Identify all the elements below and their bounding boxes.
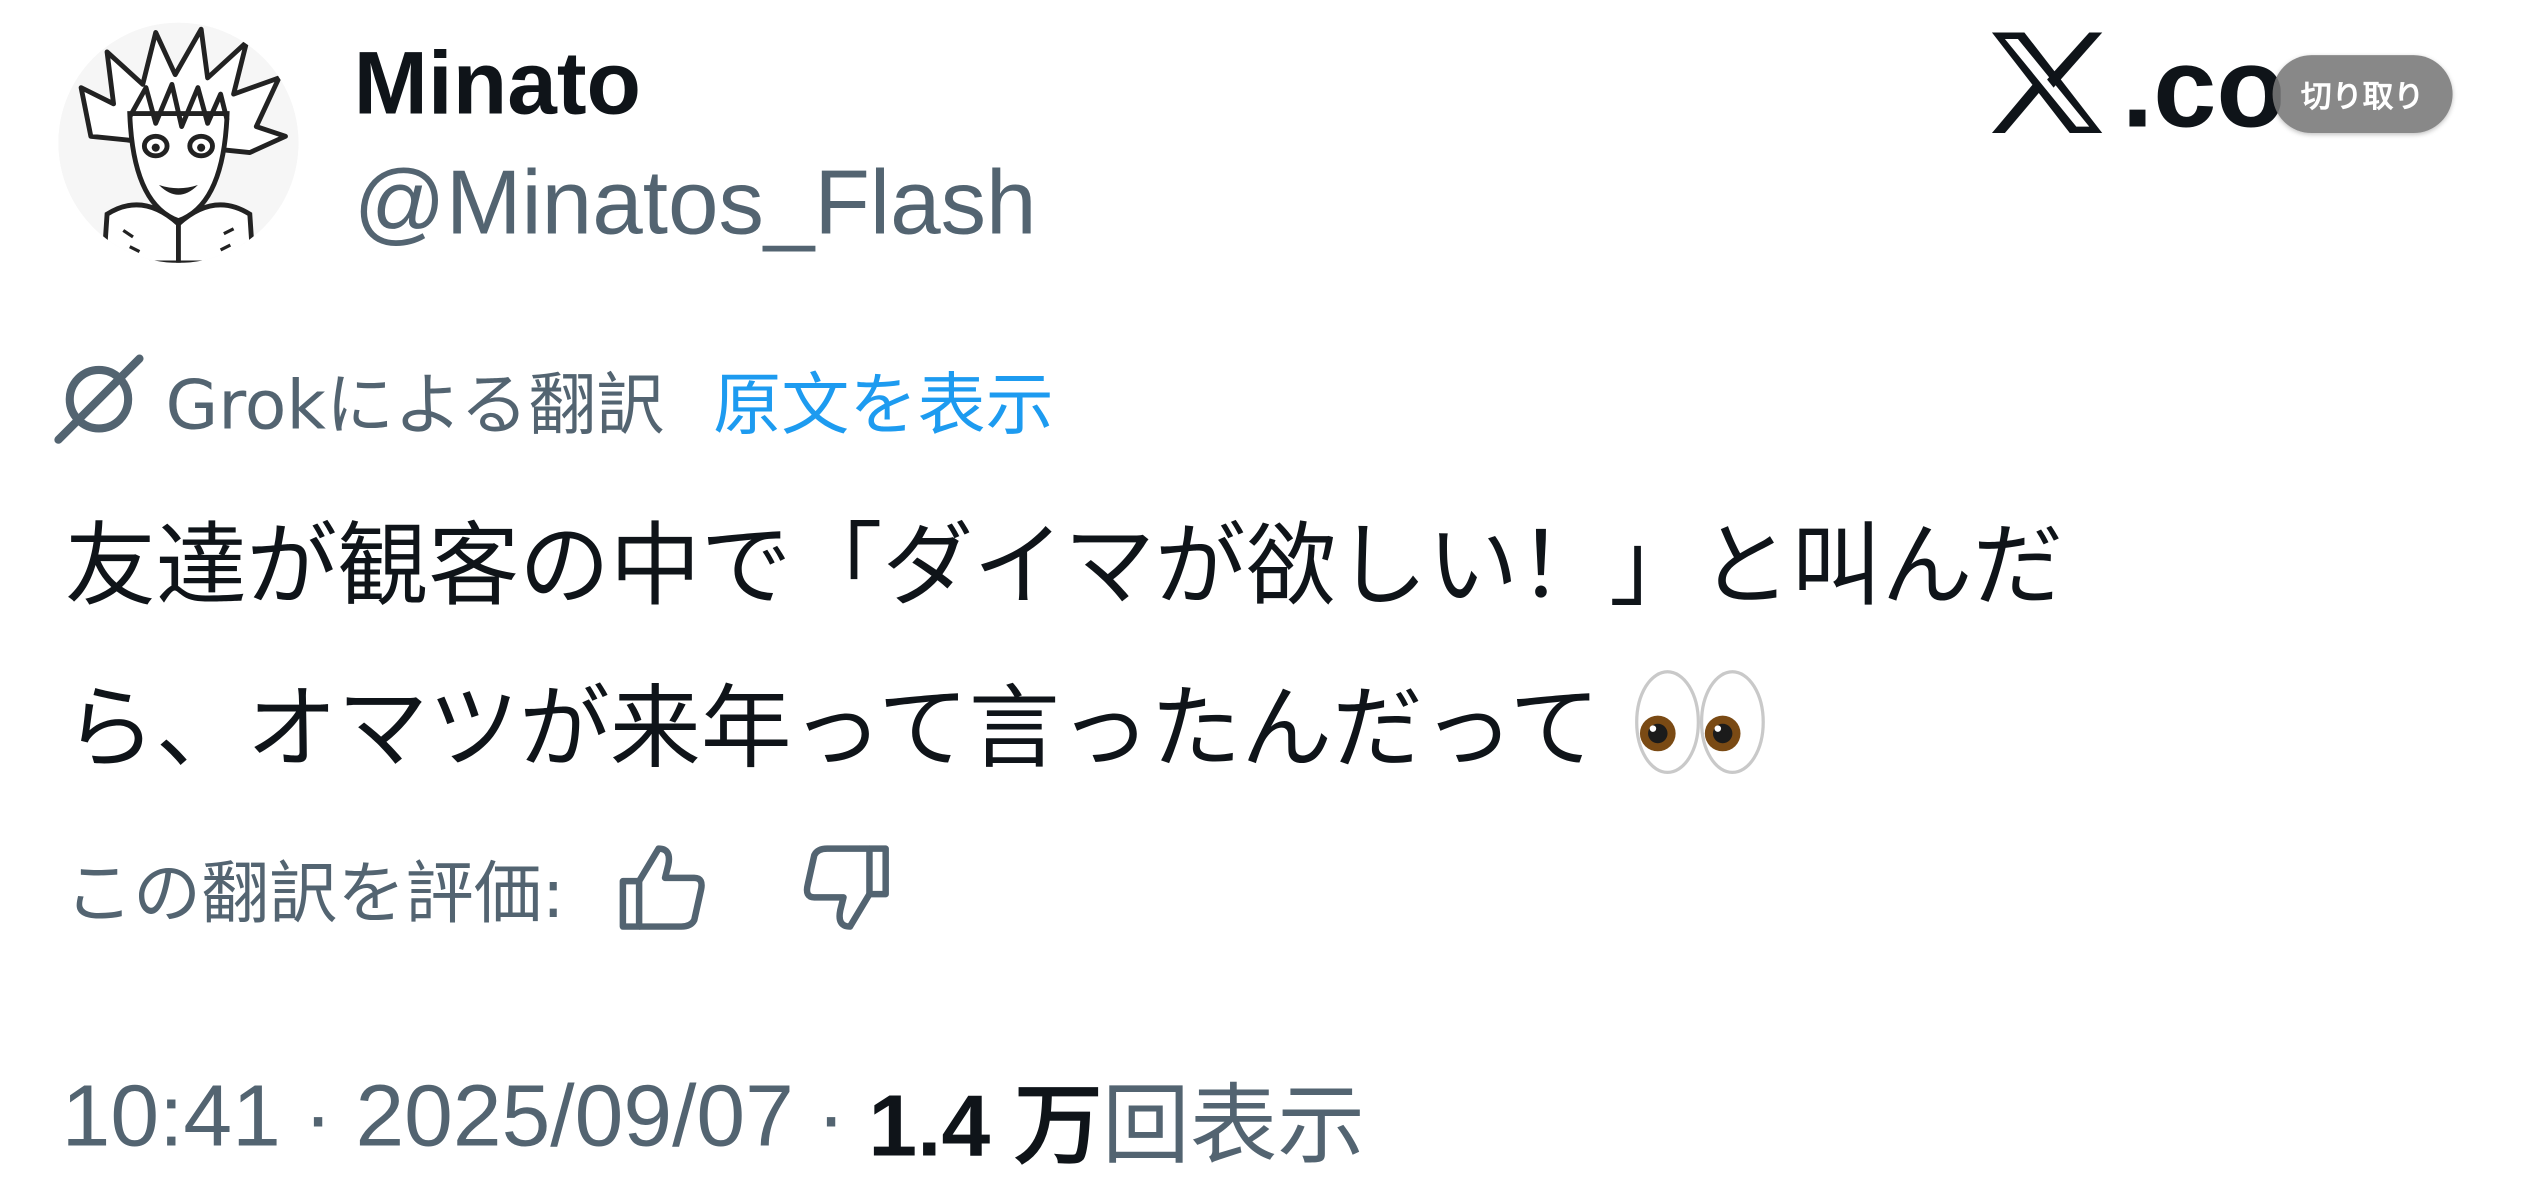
tweet-screenshot: Minato @Minatos_Flash .co 切り取り Grokによる翻訳… [0, 0, 2532, 1174]
grok-icon [54, 354, 144, 444]
show-original-link[interactable]: 原文を表示 [713, 350, 1054, 449]
tweet-text-line-1: 友達が観客の中で「ダイマが欲しい！」と叫んだ [64, 514, 2064, 620]
meta-separator: · [816, 1067, 846, 1166]
tweet-text-line-2: ら、オマツが来年って言ったんだって [65, 649, 2449, 811]
avatar[interactable] [58, 22, 299, 263]
tweet-text-line-2-text: ら、オマツが来年って言ったんだって [64, 676, 1601, 783]
brand-logo: .co [1989, 19, 2281, 149]
thumbs-up-icon[interactable] [613, 839, 710, 936]
rating-label: この翻訳を評価: [64, 852, 565, 933]
meta-separator: · [303, 1067, 333, 1166]
tweet-meta: 10:41 · 2025/09/07 · 1.4 万 回表示 [62, 1063, 1365, 1174]
tweet-text: 友達が観客の中で「ダイマが欲しい！」と叫んだ ら、オマツが来年って言ったんだって [65, 487, 2449, 812]
tweet-date[interactable]: 2025/09/07 [355, 1066, 793, 1167]
brand-domain-text: .co [2121, 24, 2281, 150]
translation-bar: Grokによる翻訳 原文を表示 [52, 351, 1054, 448]
eyes-emoji-icon [1635, 670, 1766, 775]
x-logo-icon [1991, 32, 2103, 134]
translation-rating: この翻訳を評価: [65, 837, 983, 938]
views-count[interactable]: 1.4 万 [868, 1052, 1102, 1180]
user-handle[interactable]: @Minatos_Flash [354, 149, 1037, 256]
views-label[interactable]: 回表示 [1102, 1052, 1365, 1180]
display-name[interactable]: Minato [354, 29, 641, 136]
snip-button[interactable]: 切り取り [2272, 55, 2453, 134]
anime-character-avatar-icon [58, 22, 299, 263]
thumbs-down-icon[interactable] [798, 839, 895, 936]
tweet-time[interactable]: 10:41 [62, 1066, 281, 1167]
translated-by-label: Grokによる翻訳 [165, 364, 665, 444]
